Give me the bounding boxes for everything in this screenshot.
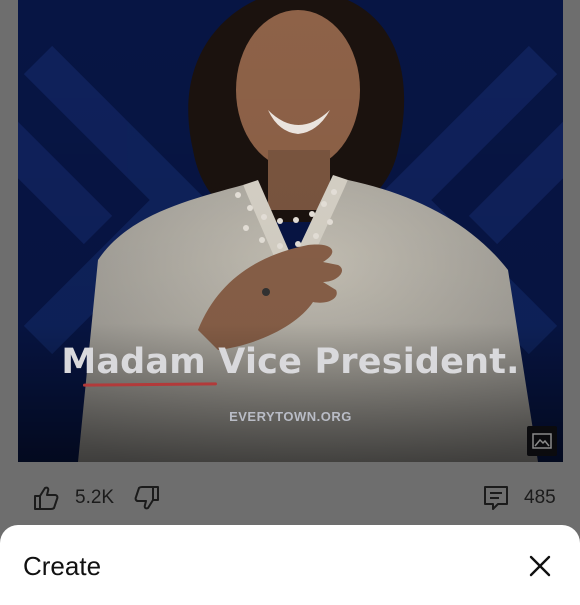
- sheet-title: Create: [23, 551, 102, 581]
- post-photo: [18, 0, 563, 462]
- thumbs-down-icon: [134, 486, 159, 510]
- post-headline: Madam Vice President.: [61, 342, 520, 382]
- post-image[interactable]: Madam Vice President. EVERYTOWN.ORG: [18, 0, 563, 462]
- create-sheet: Create: [0, 525, 580, 605]
- like-button[interactable]: [32, 470, 60, 526]
- post-action-bar: 5.2K 485: [0, 470, 580, 526]
- like-count-text: 5.2K: [75, 487, 115, 508]
- image-icon[interactable]: [527, 426, 557, 456]
- close-button[interactable]: [526, 552, 554, 580]
- comment-count-text: 485: [524, 487, 556, 508]
- close-icon: [529, 555, 551, 577]
- dislike-button[interactable]: [133, 470, 161, 526]
- comment-icon: [484, 486, 508, 510]
- thumbs-up-icon: [34, 486, 59, 510]
- comments-button[interactable]: [482, 470, 510, 526]
- like-count: 5.2K: [75, 470, 114, 526]
- post-site-text: EVERYTOWN.ORG: [229, 409, 352, 424]
- comment-count: 485: [524, 470, 556, 526]
